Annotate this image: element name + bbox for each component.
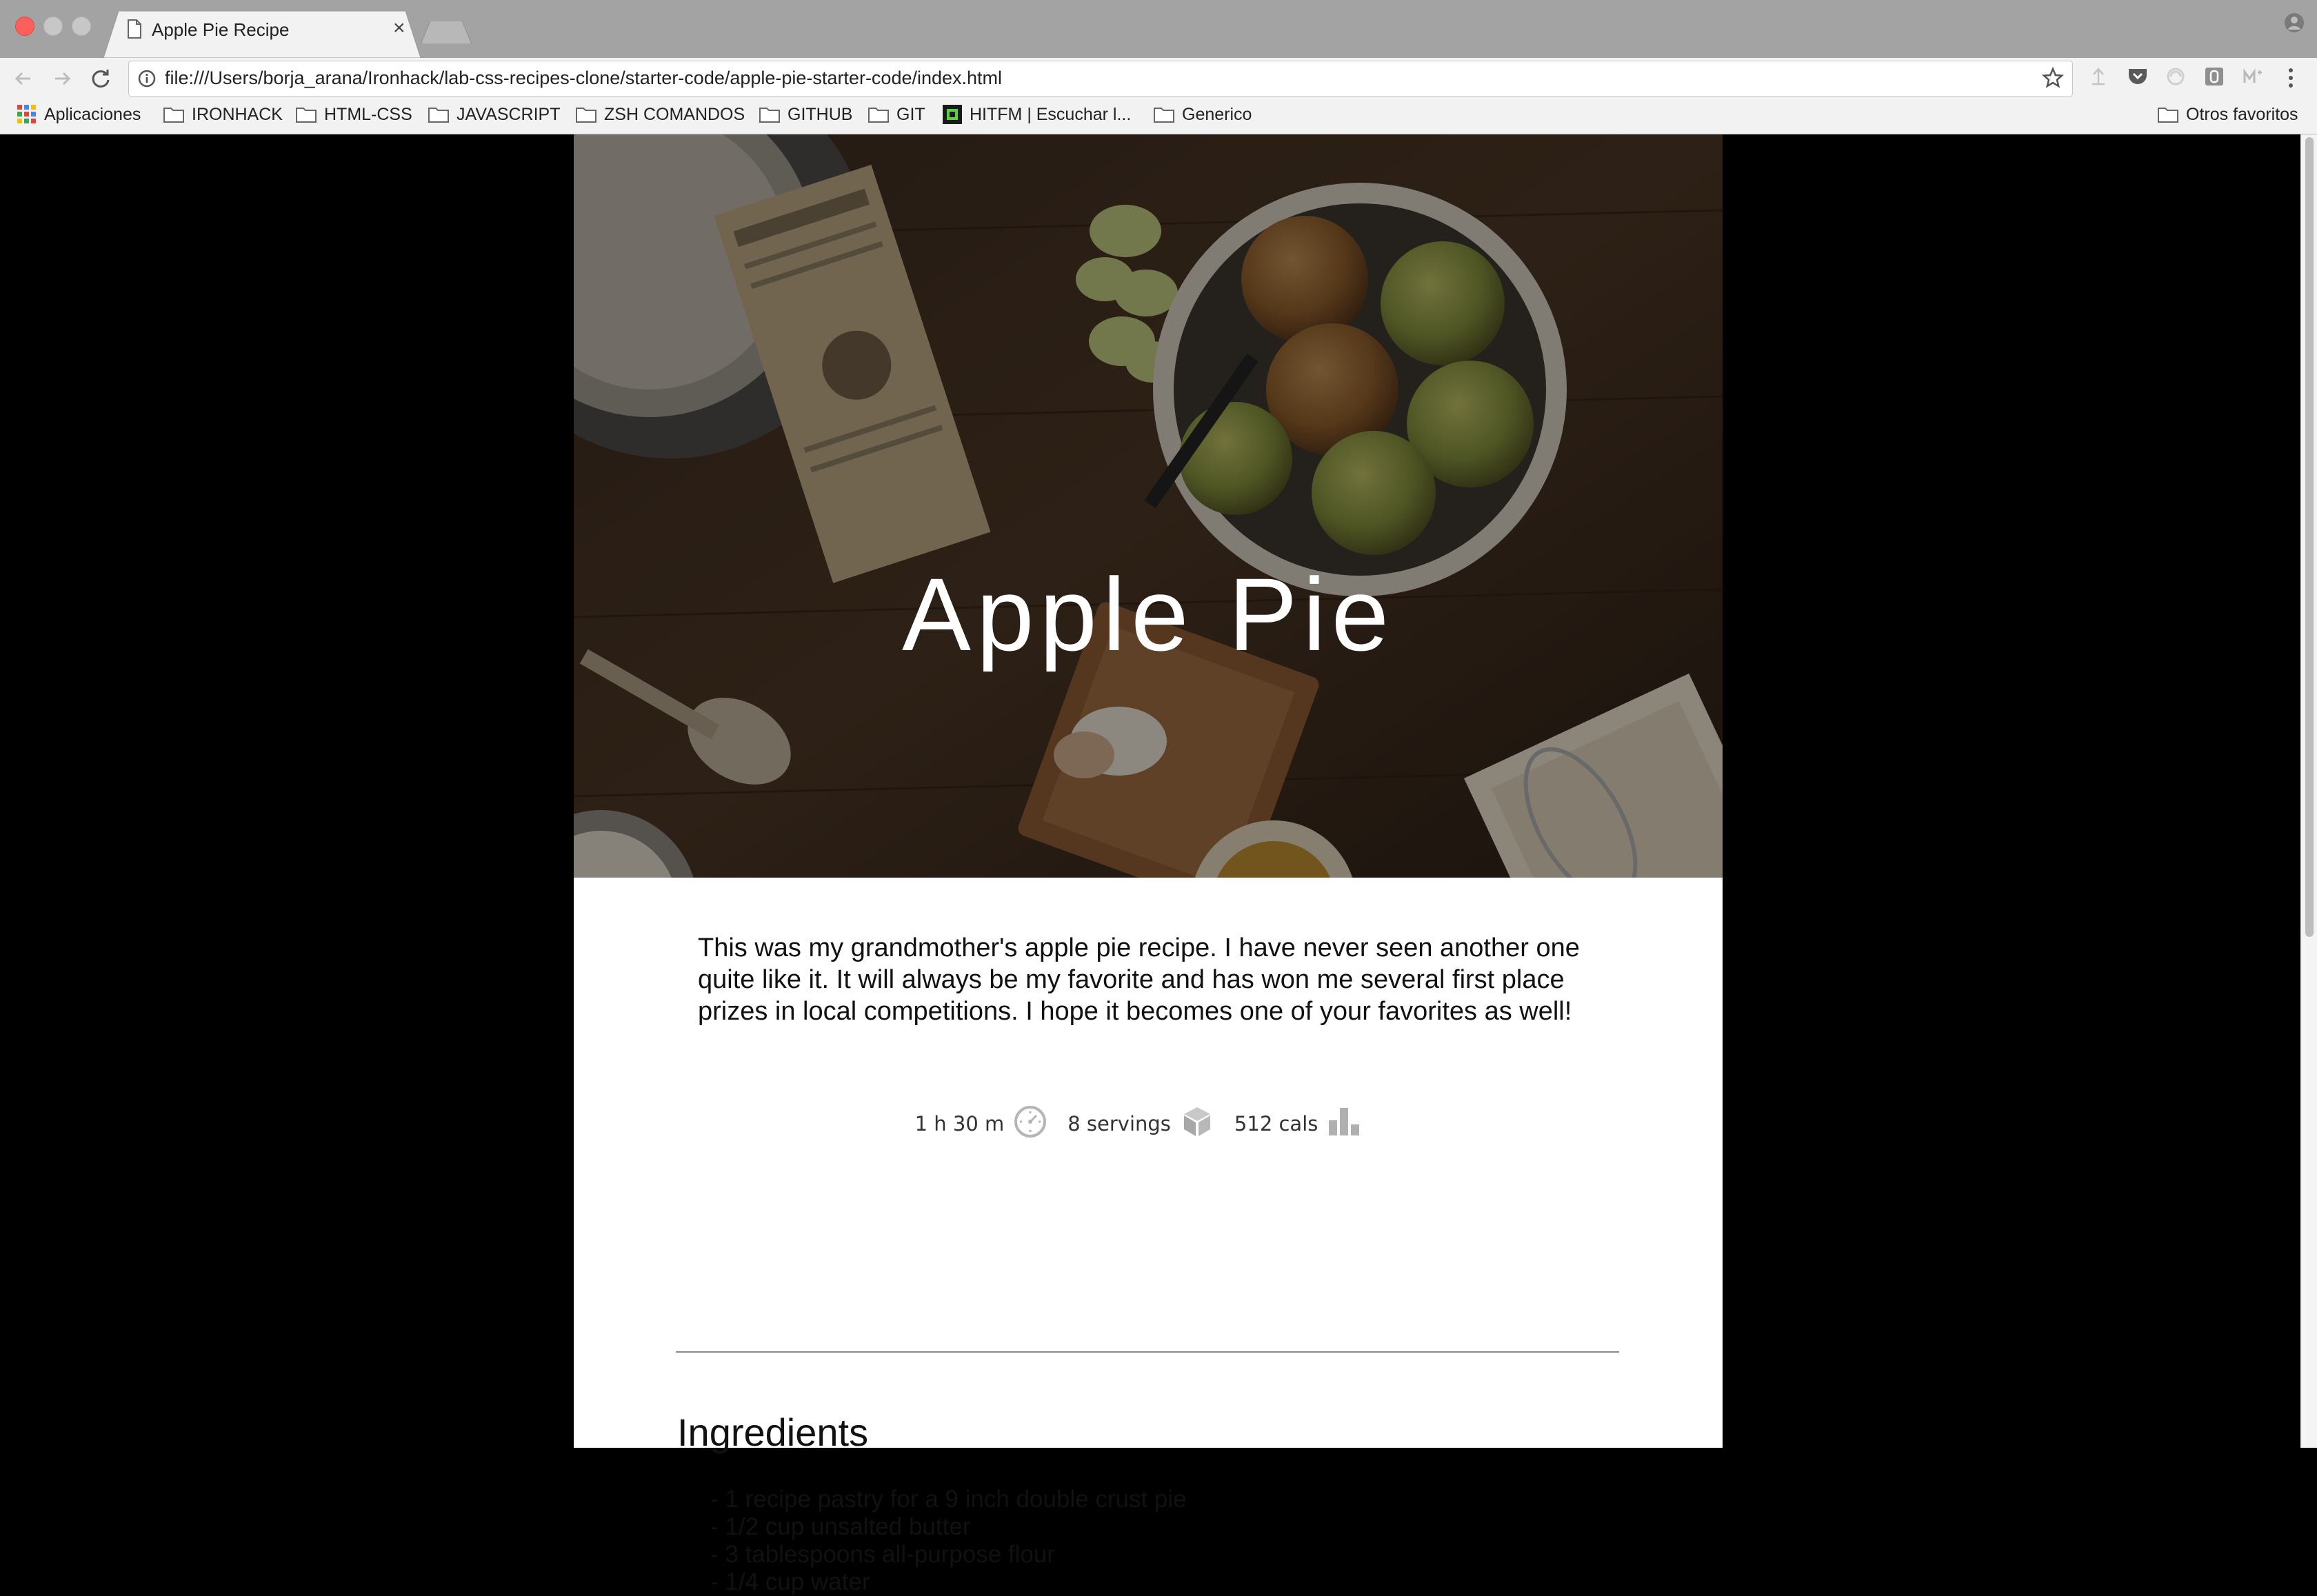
folder-icon — [2158, 108, 2178, 123]
bookmark-label: JAVASCRIPT — [457, 104, 561, 124]
clock-icon — [1014, 1105, 1047, 1143]
apps-grid-icon — [17, 105, 36, 123]
window-close-button[interactable] — [15, 17, 34, 36]
calories: 512 cals — [1234, 1112, 1318, 1135]
servings: 8 servings — [1067, 1112, 1171, 1135]
hero-banner: Apple Pie — [574, 134, 1723, 878]
bookmark-star-icon[interactable] — [2042, 67, 2064, 89]
forward-arrow-icon[interactable] — [48, 65, 76, 92]
tab-close-button[interactable]: × — [393, 17, 405, 40]
ingredients-heading: Ingredients — [677, 1411, 869, 1454]
back-arrow-icon[interactable] — [10, 65, 37, 92]
profile-icon[interactable] — [2284, 12, 2305, 33]
page-icon — [128, 19, 141, 39]
hero-photo — [574, 134, 1723, 878]
pocket-icon[interactable] — [2127, 66, 2149, 87]
url-text: file:///Users/borja_arana/Ironhack/lab-c… — [165, 68, 1003, 88]
bookmark-label: Generico — [1182, 104, 1252, 124]
ingredient-item: - 1/2 cup unsalted butter — [710, 1513, 971, 1540]
folder-icon — [428, 108, 449, 123]
section-divider — [676, 1351, 1619, 1353]
bookmark-generico[interactable]: Generico — [1153, 101, 1252, 128]
bookmark-label: GIT — [896, 104, 925, 124]
bookmark-git[interactable]: GIT — [867, 101, 925, 128]
bookmark-javascript[interactable]: JAVASCRIPT — [428, 101, 561, 128]
extension-tree-icon[interactable] — [2088, 66, 2109, 87]
folder-icon — [868, 108, 889, 123]
bookmark-hitfm[interactable]: HITFM | Escuchar l... — [942, 101, 1131, 128]
folder-icon — [1154, 108, 1174, 123]
bookmark-html-css[interactable]: HTML-CSS — [295, 101, 412, 128]
bookmark-apps[interactable]: Aplicaciones — [17, 101, 141, 128]
extension-counter-icon[interactable] — [2204, 66, 2225, 87]
folder-icon — [296, 108, 317, 123]
new-tab-button[interactable] — [421, 21, 472, 44]
bookmark-label: GITHUB — [788, 104, 853, 124]
folder-icon — [576, 108, 596, 123]
bookmark-label: Otros favoritos — [2186, 104, 2298, 124]
window-maximize-button[interactable] — [72, 17, 91, 36]
bookmark-zsh-comandos[interactable]: ZSH COMANDOS — [575, 101, 745, 128]
bookmark-label: IRONHACK — [192, 104, 283, 124]
medium-icon[interactable] — [2243, 66, 2265, 87]
ingredients-list: - 1 recipe pastry for a 9 inch double cr… — [710, 1486, 1187, 1596]
reload-icon[interactable] — [87, 65, 114, 92]
bookmarks-bar: Aplicaciones IRONHACK HTML-CSS JAVASCRIP… — [0, 98, 2317, 134]
ingredient-item: - 1 recipe pastry for a 9 inch double cr… — [710, 1486, 1187, 1513]
recipe-description: This was my grandmother's apple pie reci… — [698, 933, 1580, 1026]
recipe-stats: 1 h 30 m 8 servings 512 cals — [574, 1103, 1723, 1144]
info-icon[interactable] — [137, 69, 157, 88]
bookmark-label: Aplicaciones — [44, 104, 141, 124]
ingredient-item: - 1/4 cup water — [710, 1568, 870, 1595]
menu-dots-icon[interactable] — [2284, 66, 2298, 90]
bookmark-github[interactable]: GITHUB — [759, 101, 852, 128]
extension-swirl-icon[interactable] — [2165, 66, 2186, 87]
hitfm-favicon-icon — [943, 105, 962, 124]
folder-icon — [759, 108, 780, 123]
folder-icon — [163, 108, 184, 123]
window-minimize-button[interactable] — [43, 17, 63, 36]
bookmark-other-favorites[interactable]: Otros favoritos — [2157, 101, 2298, 128]
scrollbar-thumb[interactable] — [2305, 137, 2314, 937]
bookmark-label: HITFM | Escuchar l... — [970, 104, 1132, 124]
cook-time: 1 h 30 m — [914, 1112, 1005, 1135]
active-tab[interactable]: Apple Pie Recipe × — [103, 11, 421, 58]
bookmark-ironhack[interactable]: IRONHACK — [163, 101, 283, 128]
cube-icon — [1181, 1105, 1214, 1143]
recipe-title: Apple Pie — [901, 556, 1395, 672]
bar-chart-icon — [1327, 1105, 1361, 1143]
vertical-scrollbar[interactable] — [2300, 134, 2317, 1448]
bookmark-label: HTML-CSS — [324, 104, 412, 124]
address-bar[interactable]: file:///Users/borja_arana/Ironhack/lab-c… — [128, 61, 2073, 97]
browser-toolbar: file:///Users/borja_arana/Ironhack/lab-c… — [0, 58, 2317, 98]
page-viewport[interactable]: Apple Pie This was my grandmother's appl… — [0, 134, 2300, 1595]
tab-strip: Apple Pie Recipe × — [0, 0, 2317, 58]
recipe-card: Apple Pie This was my grandmother's appl… — [574, 134, 1723, 1595]
tab-title: Apple Pie Recipe — [152, 19, 290, 40]
bookmark-label: ZSH COMANDOS — [604, 104, 745, 124]
ingredient-item: - 3 tablespoons all-purpose flour — [710, 1541, 1056, 1568]
